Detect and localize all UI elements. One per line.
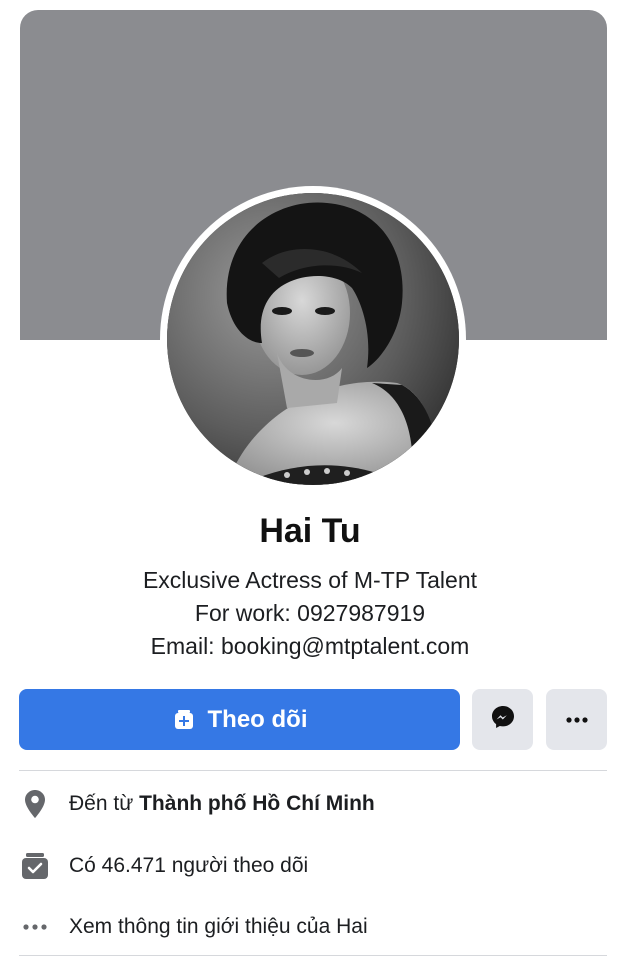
hometown-text: Đến từ Thành phố Hồ Chí Minh [69,792,375,816]
hometown-city[interactable]: Thành phố Hồ Chí Minh [139,792,375,815]
messenger-icon [490,704,516,735]
profile-avatar[interactable] [167,193,459,485]
divider [19,955,607,956]
follow-plus-icon [172,708,196,732]
intro-followers-row: Có 46.471 người theo dõi [19,844,607,888]
bio-line: For work: 0927987919 [194,600,426,626]
bio-line: Exclusive Actress of M-TP Talent [142,567,478,593]
more-options-button[interactable] [546,689,607,750]
followers-text: Có 46.471 người theo dõi [69,854,309,877]
followers-icon [19,851,51,881]
location-pin-icon [19,789,51,819]
avatar-portrait-image [167,193,459,485]
messenger-button[interactable] [472,689,533,750]
follow-button[interactable]: Theo dõi [19,689,460,750]
intro-see-about-row[interactable]: Xem thông tin giới thiệu của Hai [19,905,607,949]
more-dots-icon [565,711,589,729]
divider [19,770,607,771]
hometown-prefix: Đến từ [69,792,134,815]
intro-hometown-row: Đến từ Thành phố Hồ Chí Minh [19,782,607,826]
ellipsis-icon [19,923,51,931]
profile-bio: Exclusive Actress of M-TP Talent For wor… [0,564,620,663]
bio-line: Email: booking@mtptalent.com [150,633,470,659]
see-about-text: Xem thông tin giới thiệu của Hai [69,915,368,938]
profile-name: Hai Tu [259,512,361,550]
follow-label: Theo dõi [207,705,308,733]
